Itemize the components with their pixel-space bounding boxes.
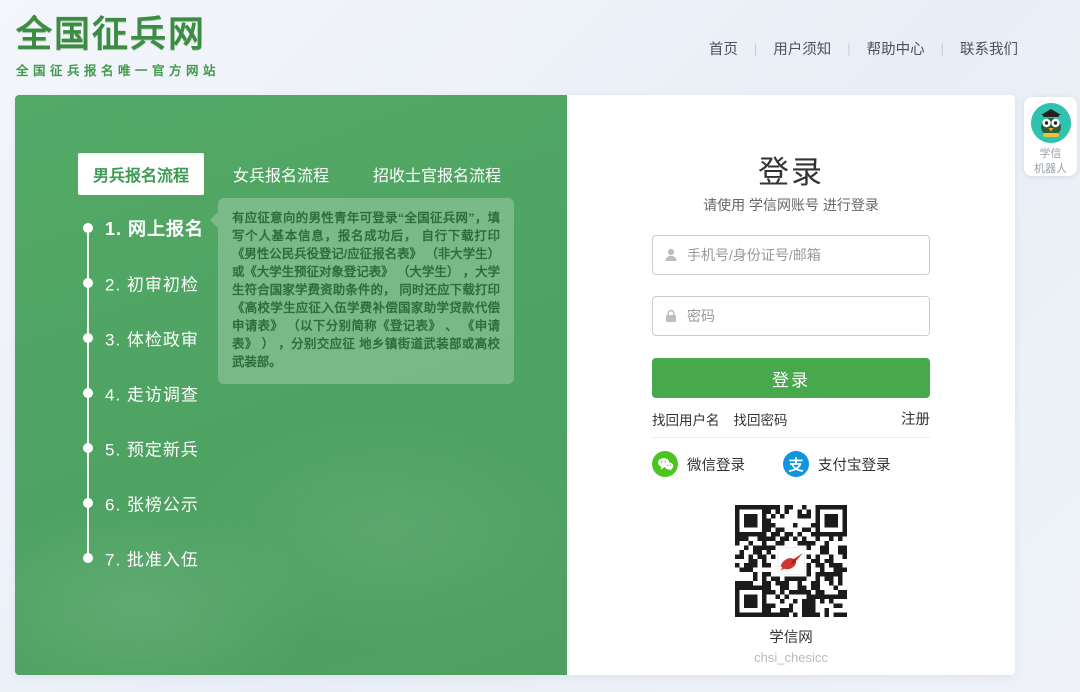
wechat-login-button[interactable]: 微信登录 xyxy=(652,451,745,477)
tab-nco-recruitment[interactable]: 招收士官报名流程 xyxy=(358,153,516,195)
login-button[interactable]: 登录 xyxy=(652,358,930,398)
step1-description-bubble: 有应征意向的男性青年可登录“全国征兵网”，填写个人基本信息，报名成功后， 自行下… xyxy=(218,198,514,384)
step-public-announcement: 6. 张榜公示 xyxy=(105,491,199,516)
site-slogan: 全国征兵报名唯一官方网站 xyxy=(16,60,220,79)
robot-avatar-icon xyxy=(1031,103,1071,143)
qr-section: 学信网 chsi_chesicc xyxy=(567,505,1015,665)
step-physical-political-exam: 3. 体检政审 xyxy=(105,326,199,351)
qr-label: 学信网 xyxy=(567,626,1015,647)
password-input[interactable] xyxy=(687,308,919,324)
step-home-visit-survey: 4. 走访调查 xyxy=(105,381,199,406)
nav-divider: | xyxy=(754,41,757,56)
process-tabs: 男兵报名流程 女兵报名流程 招收士官报名流程 xyxy=(78,153,516,195)
timeline-dot xyxy=(83,278,93,288)
username-field[interactable] xyxy=(652,235,930,275)
qr-code xyxy=(735,505,847,617)
wechat-icon xyxy=(652,451,678,477)
main-card: 男兵报名流程 女兵报名流程 招收士官报名流程 1. 网上报名 2. 初审初检 3… xyxy=(15,95,1015,675)
wechat-login-label: 微信登录 xyxy=(687,454,745,475)
chsi-bird-logo xyxy=(778,548,804,574)
timeline-dot xyxy=(83,553,93,563)
nav-item-user-notice[interactable]: 用户须知 xyxy=(769,36,835,61)
alipay-login-label: 支付宝登录 xyxy=(818,454,891,475)
alipay-icon: 支 xyxy=(783,451,809,477)
register-link[interactable]: 注册 xyxy=(901,408,930,429)
enlistment-process-panel: 男兵报名流程 女兵报名流程 招收士官报名流程 1. 网上报名 2. 初审初检 3… xyxy=(15,95,567,675)
nav-item-contact-us[interactable]: 联系我们 xyxy=(956,36,1022,61)
find-username-link[interactable]: 找回用户名 xyxy=(652,409,720,429)
robot-widget-label: 学信 机器人 xyxy=(1024,147,1077,177)
timeline-dot xyxy=(83,498,93,508)
step-online-registration: 1. 网上报名 xyxy=(105,215,204,241)
password-field[interactable] xyxy=(652,296,930,336)
timeline-dot xyxy=(83,443,93,453)
nav-divider: | xyxy=(847,41,850,56)
top-nav: 首页 | 用户须知 | 帮助中心 | 联系我们 xyxy=(705,36,1022,61)
username-input[interactable] xyxy=(687,247,919,263)
nav-item-home[interactable]: 首页 xyxy=(705,36,742,61)
page-header: 全国征兵网 全国征兵报名唯一官方网站 首页 | 用户须知 | 帮助中心 | 联系… xyxy=(0,0,1080,95)
divider xyxy=(652,437,930,438)
login-panel: 登录 请使用 学信网账号 进行登录 登录 找回用户名 找回密码 注册 xyxy=(567,95,1015,675)
account-links-row: 找回用户名 找回密码 注册 xyxy=(652,408,930,429)
step-preselect-recruits: 5. 预定新兵 xyxy=(105,436,199,461)
step-approved-enlistment: 7. 批准入伍 xyxy=(105,546,199,571)
timeline-dot xyxy=(83,388,93,398)
social-login-row: 微信登录 支 支付宝登录 xyxy=(652,451,930,477)
nav-item-help-center[interactable]: 帮助中心 xyxy=(863,36,929,61)
step-initial-review: 2. 初审初检 xyxy=(105,271,199,296)
qr-account-id: chsi_chesicc xyxy=(567,650,1015,665)
login-subtitle: 请使用 学信网账号 进行登录 xyxy=(567,195,1015,215)
timeline-dot xyxy=(83,223,93,233)
user-icon xyxy=(663,247,679,263)
find-password-link[interactable]: 找回密码 xyxy=(734,409,788,429)
lock-icon xyxy=(663,308,679,324)
tab-male-enlistment[interactable]: 男兵报名流程 xyxy=(78,153,204,195)
login-title: 登录 xyxy=(567,147,1015,192)
alipay-login-button[interactable]: 支 支付宝登录 xyxy=(783,451,891,477)
timeline-dot xyxy=(83,333,93,343)
chsi-robot-widget[interactable]: 学信 机器人 xyxy=(1024,97,1077,176)
nav-divider: | xyxy=(941,41,944,56)
site-logo[interactable]: 全国征兵网 全国征兵报名唯一官方网站 xyxy=(16,13,220,79)
site-title: 全国征兵网 xyxy=(16,13,220,54)
tab-female-enlistment[interactable]: 女兵报名流程 xyxy=(218,153,344,195)
